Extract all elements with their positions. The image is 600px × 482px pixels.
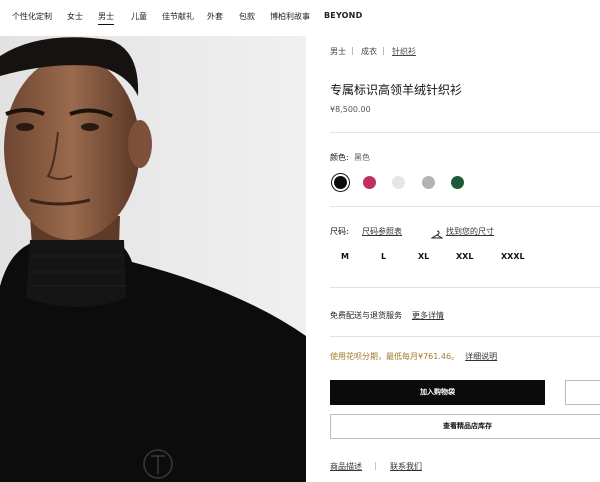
size-chart-link[interactable]: 尺码参照表	[362, 226, 402, 237]
wishlist-button[interactable]	[565, 380, 600, 405]
nav-item-beyond[interactable]: BEYOND	[324, 11, 362, 20]
color-value: 黑色	[354, 153, 370, 162]
nav-item-personalization[interactable]: 个性化定制	[12, 11, 52, 22]
size-option[interactable]: M	[341, 252, 349, 261]
nav-item-bags[interactable]: 包款	[239, 11, 255, 22]
divider	[330, 336, 600, 337]
nav-item-women[interactable]: 女士	[67, 11, 83, 22]
divider	[330, 206, 600, 207]
swatch-grey[interactable]	[422, 176, 435, 189]
divider	[330, 132, 600, 133]
swatch-green[interactable]	[451, 176, 464, 189]
swatch-white[interactable]	[392, 176, 405, 189]
size-option[interactable]: XL	[418, 252, 429, 261]
installment-info: 使用花呗分期，最低每月¥761.46。 详细说明	[330, 351, 497, 362]
nav-item-children[interactable]: 儿童	[131, 11, 147, 22]
installment-detail-link[interactable]: 详细说明	[465, 352, 497, 361]
installment-text: 使用花呗分期，最低每月¥761.46。	[330, 352, 460, 361]
nav-item-gifts[interactable]: 佳节献礼	[162, 11, 194, 22]
hanger-icon	[430, 225, 444, 239]
nav-item-outerwear[interactable]: 外套	[207, 11, 223, 22]
divider	[330, 287, 600, 288]
product-title: 专属标识高领羊绒针织衫	[330, 83, 463, 97]
breadcrumb-clothing[interactable]: 成衣	[361, 46, 377, 57]
contact-us-link[interactable]: 联系我们	[390, 461, 422, 472]
footer-separator: |	[374, 461, 377, 470]
add-to-bag-button[interactable]: 加入购物袋	[330, 380, 545, 405]
product-price: ¥8,500.00	[330, 105, 371, 114]
shipping-text: 免费配送与退货服务	[330, 311, 402, 320]
size-option[interactable]: L	[381, 252, 386, 261]
find-size-link[interactable]: 找到您的尺寸	[446, 226, 494, 237]
size-option[interactable]: XXXL	[501, 252, 525, 261]
size-option[interactable]: XXL	[456, 252, 473, 261]
breadcrumb-men[interactable]: 男士	[330, 46, 346, 57]
shipping-more-link[interactable]: 更多详情	[412, 310, 444, 321]
swatch-black[interactable]	[334, 176, 347, 189]
size-label: 尺码:	[330, 227, 349, 236]
product-description-link[interactable]: 商品描述	[330, 461, 362, 472]
model-photo	[0, 36, 306, 482]
breadcrumb-separator: |	[382, 46, 385, 55]
product-panel: 男士 | 成衣 | 针织衫 专属标识高领羊绒针织衫 ¥8,500.00 颜色: …	[330, 36, 600, 482]
top-nav: 个性化定制 女士 男士 儿童 佳节献礼 外套 包款 博柏利故事 BEYOND	[0, 0, 600, 36]
breadcrumb-knitwear[interactable]: 针织衫	[392, 46, 416, 57]
product-image	[0, 36, 306, 482]
check-store-stock-button[interactable]: 查看精品店库存	[330, 414, 600, 439]
breadcrumb-separator: |	[351, 46, 354, 55]
nav-item-stories[interactable]: 博柏利故事	[270, 11, 310, 22]
color-label: 颜色:	[330, 153, 349, 162]
swatch-raspberry[interactable]	[363, 176, 376, 189]
nav-item-men[interactable]: 男士	[98, 11, 114, 25]
